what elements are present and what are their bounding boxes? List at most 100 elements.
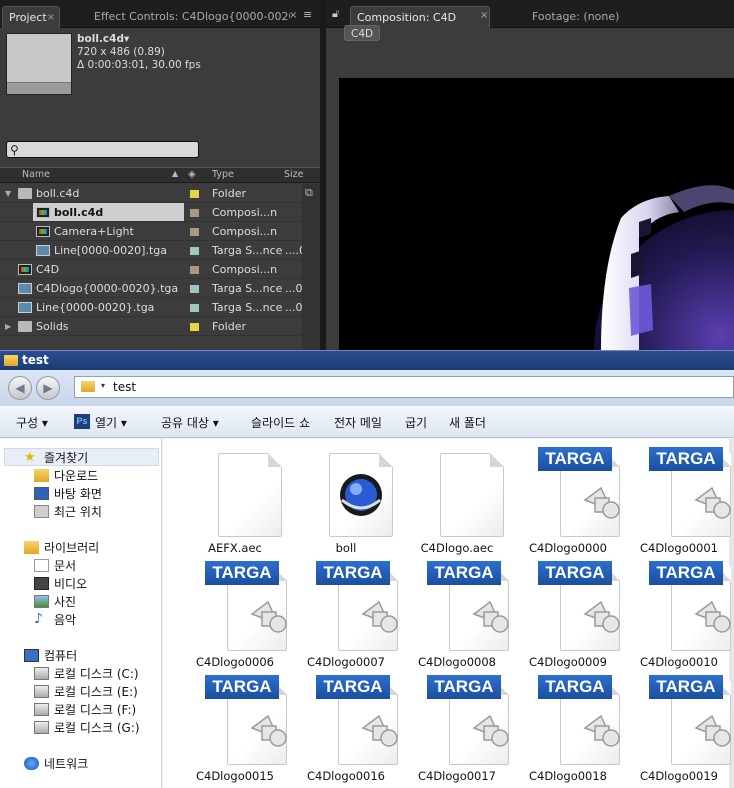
nav-drive-e[interactable]: 로컬 디스크 (E:): [34, 683, 138, 701]
organize-button[interactable]: 구성 ▾: [16, 414, 48, 431]
label-color-swatch[interactable]: [190, 228, 199, 236]
title-bar: test: [0, 350, 734, 370]
file-item[interactable]: AEFX.aec: [185, 447, 285, 557]
item-name: Line[0000-0020].tga: [54, 244, 167, 257]
nav-network[interactable]: 네트워크: [24, 755, 88, 773]
file-item[interactable]: boll: [296, 447, 396, 557]
file-name: C4Dlogo0001: [639, 541, 719, 555]
column-name[interactable]: Name: [22, 169, 50, 180]
nav-videos[interactable]: 비디오: [34, 575, 87, 593]
nav-drive-g[interactable]: 로컬 디스크 (G:): [34, 719, 140, 737]
file-item[interactable]: TARGA C4Dlogo0009: [518, 561, 620, 671]
close-icon[interactable]: ×: [289, 10, 297, 21]
composition-icon: [36, 207, 50, 218]
item-name: C4Dlogo{0000-0020}.tga: [36, 282, 179, 295]
sort-up-icon[interactable]: ▲: [172, 169, 178, 178]
nav-downloads-label: 다운로드: [54, 469, 99, 483]
file-item[interactable]: TARGA C4Dlogo0006: [185, 561, 287, 671]
tab-footage[interactable]: Footage: (none): [526, 6, 646, 28]
disclosure-open-icon[interactable]: ▼: [5, 184, 11, 203]
file-item[interactable]: TARGA C4Dlogo0010: [629, 561, 731, 671]
flowchart-icon[interactable]: ⧉: [305, 186, 313, 200]
targa-badge: TARGA: [427, 561, 501, 585]
nav-drive-c[interactable]: 로컬 디스크 (C:): [34, 665, 139, 683]
nav-favorites[interactable]: ★ 즐겨찾기: [24, 449, 88, 467]
composition-panel: 🔓︎ Composition: C4D × Footage: (none) C4…: [326, 0, 734, 350]
project-item-row[interactable]: C4Dlogo{0000-0020}.tga Targa S...nce ...0: [0, 279, 320, 298]
project-item-row[interactable]: ▼ boll.c4d Folder: [0, 184, 320, 203]
blank-file-icon: [440, 453, 504, 537]
composition-viewer[interactable]: [339, 78, 734, 350]
chevron-down-icon[interactable]: ▾: [101, 381, 105, 390]
nav-computer[interactable]: 컴퓨터: [24, 647, 77, 665]
back-button[interactable]: ◀: [8, 376, 32, 400]
project-item-row[interactable]: C4D Composi...n: [0, 260, 320, 279]
label-color-swatch[interactable]: [190, 266, 199, 274]
nav-drive-f[interactable]: 로컬 디스크 (F:): [34, 701, 136, 719]
nav-documents[interactable]: 문서: [34, 557, 76, 575]
project-item-row[interactable]: boll.c4d Composi...n: [0, 203, 320, 222]
item-type: Composi...n: [212, 263, 278, 276]
file-name: AEFX.aec: [208, 541, 262, 555]
file-item[interactable]: TARGA C4Dlogo0015: [185, 675, 287, 785]
label-color-swatch[interactable]: [190, 323, 199, 331]
forward-button[interactable]: ▶: [36, 376, 60, 400]
tab-effect-controls[interactable]: Effect Controls: C4Dlogo{0000-0020}.: [64, 6, 290, 28]
file-name: C4Dlogo0007: [306, 655, 386, 669]
lock-icon[interactable]: 🔓︎: [332, 7, 339, 21]
search-input[interactable]: ⚲: [6, 141, 199, 158]
close-icon[interactable]: ×: [47, 7, 55, 28]
targa-badge: TARGA: [316, 675, 390, 699]
file-item[interactable]: TARGA C4Dlogo0008: [407, 561, 509, 671]
file-item[interactable]: TARGA C4Dlogo0018: [518, 675, 620, 785]
nav-libraries[interactable]: 라이브러리: [24, 539, 99, 557]
new-folder-button[interactable]: 새 폴더: [449, 414, 486, 431]
label-color-swatch[interactable]: [190, 190, 199, 198]
item-name: C4D: [36, 263, 60, 276]
panel-menu-icon[interactable]: ≡: [303, 8, 312, 21]
file-item[interactable]: TARGA C4Dlogo0017: [407, 675, 509, 785]
label-color-swatch[interactable]: [190, 304, 199, 312]
file-item[interactable]: TARGA C4Dlogo0007: [296, 561, 398, 671]
file-item[interactable]: C4Dlogo.aec: [407, 447, 507, 557]
item-type: Targa S...nce: [212, 244, 283, 257]
project-scrollbar[interactable]: ⧉: [302, 184, 320, 350]
column-size[interactable]: Size: [284, 169, 304, 180]
nav-recent[interactable]: 최근 위치: [34, 503, 102, 521]
label-color-swatch[interactable]: [190, 247, 199, 255]
label-color-swatch[interactable]: [190, 209, 199, 217]
composition-name-chip[interactable]: C4D: [344, 25, 381, 41]
label-color-swatch[interactable]: [190, 285, 199, 293]
folder-icon: [4, 355, 18, 366]
composition-icon: [18, 264, 32, 275]
file-item[interactable]: TARGA C4Dlogo0016: [296, 675, 398, 785]
nav-music-label: 음악: [54, 613, 77, 627]
file-item[interactable]: TARGA C4Dlogo0000: [518, 447, 620, 557]
project-item-row[interactable]: Camera+Light Composi...n: [0, 222, 320, 241]
project-columns-header: Name ▲ ◈ Type Size: [0, 167, 320, 183]
tab-project[interactable]: Project ×: [2, 6, 60, 28]
column-type[interactable]: Type: [212, 169, 234, 180]
email-button[interactable]: 전자 메일: [334, 414, 382, 431]
share-button[interactable]: 공유 대상 ▾: [161, 414, 219, 431]
project-item-row[interactable]: Line[0000-0020].tga Targa S...nce ....0: [0, 241, 320, 260]
project-item-row[interactable]: Line{0000-0020}.tga Targa S...nce ...0: [0, 298, 320, 317]
file-item[interactable]: TARGA C4Dlogo0019: [629, 675, 731, 785]
file-item[interactable]: TARGA C4Dlogo0001: [629, 447, 731, 557]
nav-drive-c-label: 로컬 디스크 (C:): [54, 667, 139, 681]
nav-downloads[interactable]: 다운로드: [34, 467, 99, 485]
close-icon[interactable]: ×: [480, 10, 488, 21]
project-item-row[interactable]: ▶ Solids Folder: [0, 317, 320, 336]
label-tag-icon[interactable]: ◈: [188, 169, 196, 180]
disclosure-closed-icon[interactable]: ▶: [5, 317, 11, 336]
nav-pictures[interactable]: 사진: [34, 593, 76, 611]
open-button[interactable]: 열기 ▾: [95, 414, 127, 431]
nav-desktop[interactable]: 바탕 화면: [34, 485, 102, 503]
burn-button[interactable]: 굽기: [405, 414, 427, 431]
targa-badge: TARGA: [649, 561, 723, 585]
slideshow-button[interactable]: 슬라이드 쇼: [251, 414, 310, 431]
address-bar[interactable]: ▾ test: [74, 376, 734, 398]
nav-music[interactable]: ♪ 음악: [34, 611, 77, 629]
document-icon: [34, 559, 49, 572]
music-icon: ♪: [34, 611, 43, 627]
